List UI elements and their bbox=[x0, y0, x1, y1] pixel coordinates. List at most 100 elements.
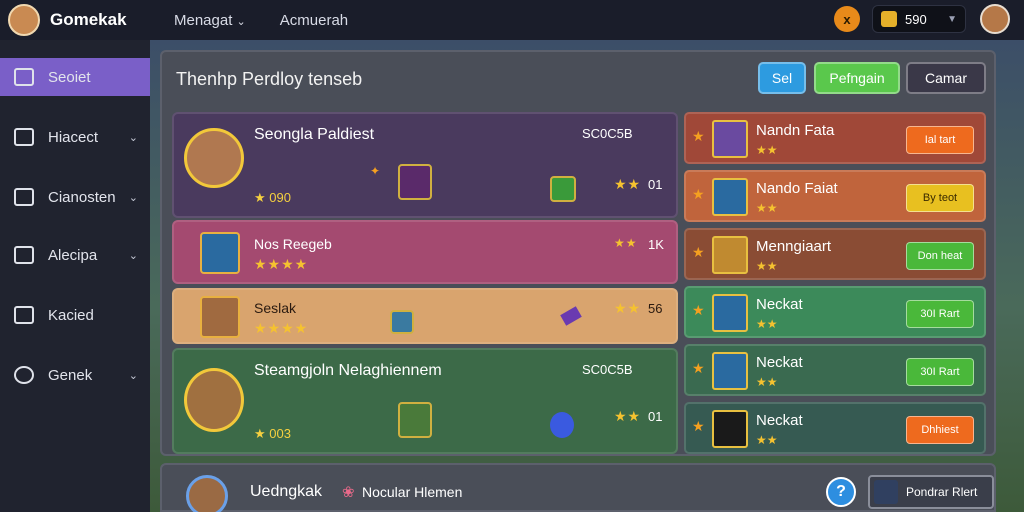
item-icon[interactable] bbox=[398, 164, 432, 200]
list-item[interactable]: ★ Neckat ★★ 30I Rart bbox=[684, 344, 986, 396]
avatar bbox=[712, 410, 748, 448]
star-icon: ★ bbox=[692, 186, 705, 202]
users-icon bbox=[14, 188, 34, 206]
list-item-button[interactable]: Dhhiest bbox=[906, 416, 974, 444]
brand-name: Gomekak bbox=[50, 10, 127, 29]
chart-icon bbox=[14, 246, 34, 264]
item-icon[interactable] bbox=[398, 402, 432, 438]
player-level: 01 bbox=[648, 409, 663, 424]
item-icon[interactable] bbox=[550, 176, 576, 202]
sidebar-item-alecipa[interactable]: Alecipa ⌄ bbox=[0, 236, 150, 274]
box-icon bbox=[14, 306, 34, 324]
list-item-button[interactable]: Don heat bbox=[906, 242, 974, 270]
sidebar-item-label: Kacied bbox=[48, 306, 94, 324]
rating-stars: ★★ bbox=[756, 375, 778, 389]
progress-button[interactable]: Pefngain bbox=[814, 62, 900, 94]
avatar[interactable] bbox=[186, 475, 228, 512]
rating-stars: ★★ bbox=[756, 143, 778, 157]
sidebar-item-genek[interactable]: Genek ⌄ bbox=[0, 356, 150, 394]
sidebar-item-label: Cianosten bbox=[48, 188, 116, 206]
list-item-name: Nandn Fata bbox=[756, 122, 835, 139]
avatar bbox=[200, 296, 240, 338]
nav-acmuerah[interactable]: Acmuerah bbox=[280, 12, 348, 29]
chevron-down-icon: ⌄ bbox=[128, 191, 138, 204]
list-item[interactable]: ★ Neckat ★★ Dhhiest bbox=[684, 402, 986, 454]
avatar bbox=[712, 236, 748, 274]
page-title: Thenhp Perdloy tenseb bbox=[176, 69, 363, 89]
player-card[interactable]: Seongla Paldiest SC0C5B ★ 090 ✦ ★★ 01 bbox=[172, 112, 678, 218]
camar-button[interactable]: Camar bbox=[906, 62, 986, 94]
bottom-action-button[interactable]: Pondrar Rlert bbox=[868, 475, 994, 509]
avatar bbox=[712, 178, 748, 216]
gold-icon bbox=[881, 11, 897, 27]
player-name: Seongla Paldiest bbox=[254, 126, 375, 143]
chevron-down-icon: ⌄ bbox=[128, 369, 138, 382]
list-item-button[interactable]: 30I Rart bbox=[906, 358, 974, 386]
list-item[interactable]: ★ Nandn Fata ★★ Ial tart bbox=[684, 112, 986, 164]
player-card[interactable]: Seslak ★★★★ ★★ 56 bbox=[172, 288, 678, 344]
avatar bbox=[712, 294, 748, 332]
list-item-button[interactable]: 30I Rart bbox=[906, 300, 974, 328]
chevron-down-icon: ⌄ bbox=[128, 131, 138, 144]
home-icon bbox=[14, 68, 34, 86]
main-panel: Thenhp Perdloy tenseb Sel Pefngain Camar… bbox=[160, 50, 996, 456]
list-item[interactable]: ★ Menngiaart ★★ Don heat bbox=[684, 228, 986, 280]
rank-stars: ★★ bbox=[614, 300, 642, 316]
star-icon: ★ bbox=[692, 418, 705, 434]
avatar bbox=[184, 128, 244, 188]
gem-icon bbox=[560, 306, 582, 326]
sidebar-item-cianosten[interactable]: Cianosten ⌄ bbox=[0, 178, 150, 216]
rating-stars: ★★ bbox=[756, 259, 778, 273]
player-points: ★ 003 bbox=[254, 426, 291, 441]
top-nav: Menagat ⌄ Acmuerah bbox=[174, 12, 382, 29]
sort-button[interactable]: Sel bbox=[758, 62, 806, 94]
chevron-down-icon: ▼ bbox=[947, 13, 957, 25]
help-button[interactable]: ? bbox=[826, 477, 856, 507]
player-level: 1K bbox=[648, 237, 664, 252]
player-level: 01 bbox=[648, 177, 663, 192]
player-card[interactable]: Steamgjoln Nelaghiennem SC0C5B ★ 003 ★★ … bbox=[172, 348, 678, 454]
list-item-button[interactable]: By teot bbox=[906, 184, 974, 212]
rating-stars: ★★★★ bbox=[254, 256, 309, 272]
brand[interactable]: Gomekak bbox=[8, 4, 158, 36]
avatar bbox=[184, 368, 244, 432]
player-name: Steamgjoln Nelaghiennem bbox=[254, 362, 442, 379]
sidebar-item-label: Alecipa bbox=[48, 246, 98, 264]
list-item-name: Neckat bbox=[756, 412, 803, 429]
spark-icon: ✦ bbox=[370, 164, 381, 178]
sidebar-item-label: Genek bbox=[48, 366, 93, 384]
sidebar-item-seoiet[interactable]: Seoiet bbox=[0, 58, 150, 96]
player-score: SC0C5B bbox=[582, 362, 633, 377]
coin-button[interactable]: x bbox=[834, 6, 860, 32]
rose-icon: ❀ bbox=[342, 484, 355, 501]
rating-stars: ★★★★ bbox=[254, 320, 309, 336]
rating-stars: ★★ bbox=[756, 201, 778, 215]
gold-counter[interactable]: 590 ▼ bbox=[872, 5, 966, 33]
top-right: x 590 ▼ bbox=[834, 4, 1010, 34]
rank-stars: ★★ bbox=[614, 408, 642, 424]
rank-stars: ★★ bbox=[614, 176, 642, 192]
player-points: ★ 090 bbox=[254, 190, 291, 205]
bottom-player-name: Uedngkak bbox=[250, 483, 323, 500]
monitor-icon bbox=[14, 128, 34, 146]
gold-value: 590 bbox=[905, 11, 927, 27]
star-icon: ★ bbox=[692, 360, 705, 376]
top-bar: Gomekak Menagat ⌄ Acmuerah x 590 ▼ bbox=[0, 0, 1024, 40]
sidebar-item-hiacect[interactable]: Hiacect ⌄ bbox=[0, 118, 150, 156]
user-avatar[interactable] bbox=[980, 4, 1010, 34]
avatar bbox=[712, 352, 748, 390]
rank-stars: ★★ bbox=[614, 236, 638, 250]
nav-menagat[interactable]: Menagat ⌄ bbox=[174, 12, 246, 29]
item-icon[interactable] bbox=[390, 310, 414, 334]
sidebar-item-kacied[interactable]: Kacied bbox=[0, 296, 150, 334]
player-card[interactable]: Nos Reegeb ★★★★ ★★ 1K bbox=[172, 220, 678, 284]
list-item-button[interactable]: Ial tart bbox=[906, 126, 974, 154]
rating-stars: ★★ bbox=[756, 433, 778, 447]
list-item[interactable]: ★ Neckat ★★ 30I Rart bbox=[684, 286, 986, 338]
player-score: SC0C5B bbox=[582, 126, 633, 141]
bottom-action-label: Pondrar Rlert bbox=[906, 485, 978, 499]
rating-stars: ★★ bbox=[756, 317, 778, 331]
list-item[interactable]: ★ Nando Faiat ★★ By teot bbox=[684, 170, 986, 222]
orb-icon bbox=[550, 412, 574, 438]
star-icon: ★ bbox=[692, 302, 705, 318]
